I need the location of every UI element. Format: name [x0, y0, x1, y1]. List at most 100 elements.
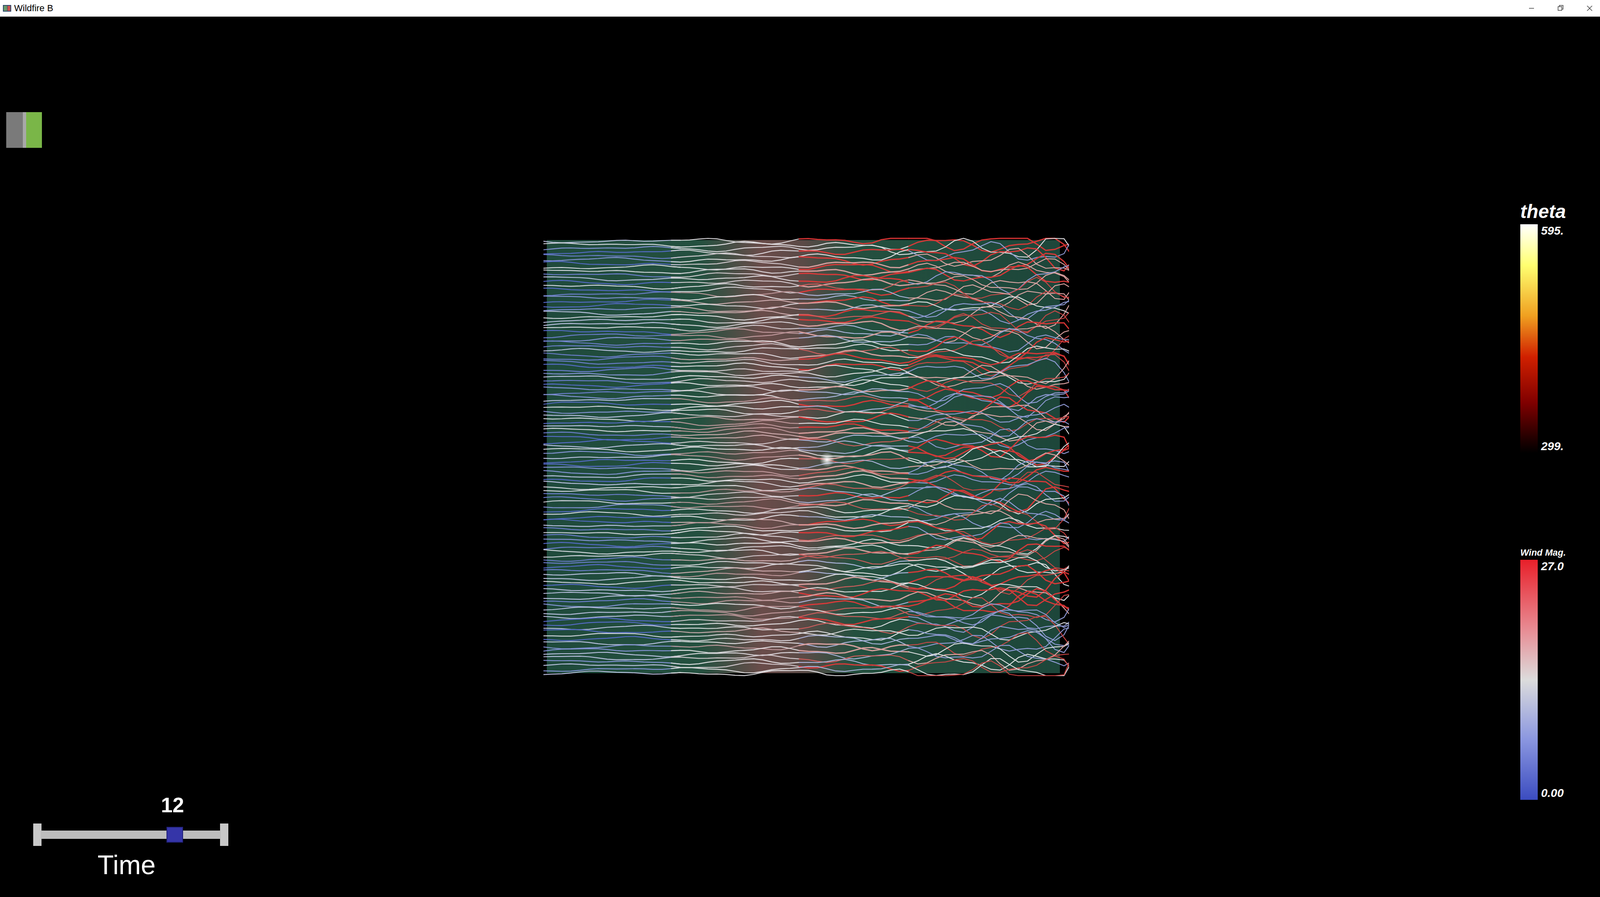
streamline [799, 395, 909, 404]
streamline [543, 617, 681, 622]
streamline [543, 636, 681, 641]
streamline [799, 418, 909, 428]
render-view[interactable]: theta595.299. Wind Mag.27.00.00 12Time [0, 16, 1600, 897]
streamline [543, 454, 681, 459]
slider-handle[interactable] [166, 826, 184, 843]
streamline [671, 299, 800, 304]
streamline [671, 658, 800, 665]
streamline [799, 521, 909, 532]
streamline [543, 545, 681, 549]
streamline [799, 628, 909, 636]
streamline [543, 564, 681, 569]
minimize-icon[interactable] [1525, 2, 1538, 15]
streamline [543, 534, 681, 539]
streamline [908, 568, 1070, 586]
streamline [671, 340, 800, 347]
streamline [671, 633, 800, 637]
streamline [543, 588, 681, 592]
slider-label: Time [97, 849, 156, 881]
streamline [543, 314, 681, 319]
streamline [671, 498, 800, 504]
streamline [671, 306, 800, 311]
streamline [543, 480, 681, 485]
streamline [671, 557, 800, 561]
streamline [908, 279, 1070, 299]
streamline [543, 670, 681, 675]
streamline [671, 522, 800, 529]
streamline [908, 535, 1070, 554]
streamline [543, 462, 681, 467]
streamline [799, 571, 909, 580]
streamline [543, 667, 681, 671]
colorbar-min: 299. [1541, 439, 1564, 453]
colorbar: theta595.299. [1520, 200, 1566, 453]
streamline [671, 616, 800, 622]
streamline [908, 610, 1070, 629]
streamline [543, 284, 681, 289]
streamline [543, 621, 681, 626]
toggle-button[interactable] [6, 112, 42, 148]
streamline [543, 511, 681, 517]
streamline [799, 668, 909, 676]
colorbar-body: 27.00.00 [1520, 559, 1566, 800]
streamline [908, 271, 1070, 289]
streamline [543, 363, 681, 367]
streamline [799, 353, 909, 363]
streamline [543, 269, 681, 274]
streamline [671, 374, 800, 379]
streamline [543, 345, 681, 348]
streamline [671, 389, 800, 395]
streamline [671, 561, 800, 566]
streamline [543, 337, 681, 341]
app-icon [2, 3, 12, 13]
streamline [543, 401, 681, 405]
streamline [799, 339, 909, 347]
streamline [908, 483, 1070, 501]
streamline [543, 428, 681, 432]
streamline [671, 378, 800, 383]
streamline [671, 420, 800, 426]
streamline-scene[interactable] [543, 237, 1070, 677]
streamline [671, 408, 800, 414]
streamline [908, 296, 1070, 314]
streamline [543, 310, 681, 315]
streamline [671, 599, 800, 604]
colorbar: Wind Mag.27.00.00 [1520, 547, 1566, 800]
streamline [543, 380, 681, 384]
streamline [543, 443, 681, 448]
streamline [799, 256, 909, 265]
streamline [543, 606, 681, 610]
streamline [543, 340, 681, 345]
streamline [799, 287, 909, 296]
slider-track[interactable] [33, 822, 229, 847]
streamline [543, 648, 681, 651]
streamline [671, 572, 800, 577]
streamline [543, 322, 681, 326]
streamline [799, 648, 909, 659]
streamline [543, 431, 681, 436]
streamline [543, 594, 681, 599]
slider-rail [40, 830, 221, 839]
streamline [543, 633, 681, 637]
restore-icon[interactable] [1554, 2, 1567, 15]
streamline [908, 653, 1070, 671]
close-icon[interactable] [1583, 2, 1596, 15]
streamline [543, 291, 681, 296]
streamline [543, 518, 681, 523]
streamline [671, 325, 800, 331]
streamline [543, 500, 681, 504]
streamline [671, 473, 800, 479]
window-title: Wildfire B [14, 2, 54, 14]
streamline [799, 335, 909, 343]
streamline [543, 393, 681, 399]
streamline [543, 439, 681, 444]
streamline [799, 244, 909, 255]
colorbar-labels: 27.00.00 [1541, 559, 1564, 800]
streamline [671, 415, 800, 420]
time-slider: 12Time [33, 792, 229, 881]
streamline [671, 310, 800, 316]
streamline [799, 663, 909, 671]
colorbar-title: theta [1520, 200, 1566, 223]
streamline [671, 576, 800, 580]
streamline [799, 379, 909, 388]
